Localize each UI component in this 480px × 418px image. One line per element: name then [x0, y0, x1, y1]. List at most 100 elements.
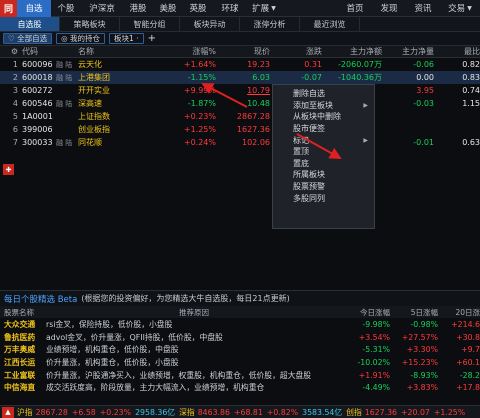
table-row[interactable]: 2 600018 融 陆 上港集团 -1.15% 6.03 -0.07 -104… [0, 71, 480, 84]
tab-my-stocks[interactable]: 自选股 [0, 17, 60, 31]
pick-day20: -28.2 [459, 370, 480, 380]
table-row[interactable]: 5 1A0001 上证指数 +0.23% 2867.28 [0, 110, 480, 123]
group-toolbar: ♡ 全部自选 ◎ 我的持仓 板块1 · + [0, 32, 480, 46]
header-price[interactable]: 现价 [216, 46, 270, 57]
header-stock-name: 股票名称 [4, 307, 34, 317]
menu-home[interactable]: 首页 [338, 0, 372, 17]
menu-item-add-to-block[interactable]: 添加至板块 ▶ [273, 100, 374, 112]
sh-index-name[interactable]: 沪指 [17, 407, 33, 418]
price: 102.06 [242, 138, 270, 147]
sub-tabs: 自选股 策略板块 智能分组 板块异动 涨停分析 最近浏览 [0, 17, 480, 32]
change-pct: +9.99% [183, 86, 216, 95]
menu-item-pin-bottom[interactable]: 置底 [273, 158, 374, 170]
table-row[interactable]: 江西长运 价升量涨，机构重仓，低价股，小盘股 -10.02% +15.23% +… [0, 356, 480, 369]
header-main-vol[interactable]: 主力净量 [382, 46, 434, 57]
market-icon[interactable]: ▲ [2, 406, 14, 418]
ratio: 0.74 [462, 86, 480, 95]
block1-button[interactable]: 板块1 · [109, 33, 144, 44]
table-row[interactable]: 6 399006 创业板指 +1.25% 1627.36 [0, 123, 480, 136]
pick-name: 中信海直 [4, 383, 36, 393]
menu-item-remove-from-block[interactable]: 从板块中删除 [273, 111, 374, 123]
pick-day20: +17.8 [456, 383, 480, 393]
stock-tag: 融 陆 [56, 73, 73, 82]
all-watchlist-button[interactable]: ♡ 全部自选 [3, 33, 53, 44]
my-holdings-button[interactable]: ◎ 我的持仓 [56, 33, 106, 44]
tab-block-move[interactable]: 板块异动 [180, 17, 240, 31]
menu-item-mark[interactable]: 标记 ▶ [273, 134, 374, 146]
change-pct: -1.15% [187, 73, 216, 82]
header-main-net[interactable]: 主力净额 [322, 46, 382, 57]
pick-name: 鲁抗医药 [4, 332, 36, 342]
table-row[interactable]: 1 600096 融 陆 云天化 +1.64% 19.23 0.31 -2060… [0, 58, 480, 71]
pick-day20: +214.6 [451, 319, 480, 329]
app-logo-icon[interactable]: 同 [0, 0, 17, 17]
row-index: 2 [12, 73, 18, 82]
menu-item-stock-note[interactable]: 股市便签 [273, 123, 374, 135]
add-watchlist-icon[interactable]: ✚ [3, 164, 14, 175]
table-row[interactable]: 7 300033 融 陆 同花顺 +0.24% 102.06 -0.01 0.6… [0, 136, 480, 149]
menu-discover[interactable]: 发现 [372, 0, 406, 17]
menu-item-stock-alert[interactable]: 股票预警 [273, 181, 374, 193]
sz-index-pct: +0.82% [266, 407, 299, 417]
menu-item-multi-stock[interactable]: 多股同列 [273, 192, 374, 204]
stock-name: 开开实业 [78, 86, 110, 95]
sz-index-name[interactable]: 深指 [179, 407, 195, 418]
header-rise[interactable]: 涨跌 [270, 46, 322, 57]
menu-uk[interactable]: 英股 [183, 0, 213, 17]
stock-name: 云天化 [78, 60, 102, 69]
table-row[interactable]: 工业富联 价升量涨，沪股通净买入，业绩预增，权重股，机构重仓，低价股，超大盘股 … [0, 369, 480, 382]
menu-item-related-block[interactable]: 所属板块 [273, 169, 374, 181]
table-row[interactable]: 大众交通 rsi金叉，保险持股，低价股，小盘股 -9.98% -0.98% +2… [0, 318, 480, 331]
change-pct: +0.24% [183, 138, 216, 147]
pick-day1: -4.49% [362, 383, 390, 393]
stock-code: 399006 [22, 125, 53, 134]
table-row[interactable]: 鲁抗医药 advol金叉，价升量涨，QFII持股，低价股，中盘股 +3.54% … [0, 331, 480, 344]
sh-index-change: +6.58 [71, 407, 96, 417]
menu-global[interactable]: 环球 [213, 0, 247, 17]
price: 1627.36 [236, 125, 270, 134]
change-pct: +0.23% [183, 112, 216, 121]
header-day5[interactable]: 5日涨幅 [390, 307, 438, 318]
menu-trade[interactable]: 交易 ▼ [440, 0, 480, 17]
stock-name: 上港集团 [78, 73, 110, 82]
watchlist-table: ⚙ 代码 名称 涨幅% 现价 涨跌 主力净额 主力净量 最比 1 600096 … [0, 46, 480, 149]
menu-extend[interactable]: 扩展 ▼ [247, 0, 281, 17]
menu-watchlist[interactable]: 自选 [17, 0, 51, 17]
tab-limit-up[interactable]: 涨停分析 [240, 17, 300, 31]
header-name[interactable]: 名称 [78, 46, 156, 57]
tab-strategy-block[interactable]: 策略板块 [60, 17, 120, 31]
menu-extend-label: 扩展 [252, 4, 270, 14]
menu-us[interactable]: 美股 [153, 0, 183, 17]
tab-smart-group[interactable]: 智能分组 [120, 17, 180, 31]
header-change-pct[interactable]: 涨幅% [156, 46, 216, 57]
menu-item-delete-watch[interactable]: 删除自选 [273, 88, 374, 100]
menu-stock[interactable]: 个股 [51, 0, 81, 17]
pick-reason: rsi金叉，保险持股，低价股，小盘股 [46, 319, 173, 329]
price: 10.48 [247, 99, 270, 108]
header-day1[interactable]: 今日涨幅 [342, 307, 390, 318]
header-code[interactable]: 代码 [22, 46, 56, 57]
menu-item-pin-top[interactable]: 置顶 [273, 146, 374, 158]
table-row[interactable]: 万丰奥威 业绩预增，机构重仓，低价股，中盘股 -5.31% +3.30% +9.… [0, 343, 480, 356]
ratio: 1.15 [462, 99, 480, 108]
header-day20[interactable]: 20日涨 [438, 307, 480, 318]
menu-news[interactable]: 资讯 [406, 0, 440, 17]
header-ratio[interactable]: 最比 [434, 46, 480, 57]
sh-index-amount: 2958.36亿 [135, 407, 176, 417]
chevron-right-icon: ▶ [363, 136, 368, 144]
main-vol: -0.06 [413, 60, 434, 69]
pick-day5: +27.57% [401, 332, 438, 342]
ratio: 0.83 [462, 73, 480, 82]
tab-recent[interactable]: 最近浏览 [300, 17, 360, 31]
pick-day5: +3.30% [406, 345, 438, 355]
pick-day1: -10.02% [357, 357, 390, 367]
table-row[interactable]: 3 600272 开开实业 +9.99% 10.79 3.95 0.74 [0, 84, 480, 97]
header-gear-icon[interactable]: ⚙ [0, 47, 22, 56]
menu-hk[interactable]: 港股 [123, 0, 153, 17]
cy-index-name[interactable]: 创指 [346, 407, 362, 418]
table-row[interactable]: 4 600546 融 陆 深高速 -1.87% 10.48 -0.03 1.15 [0, 97, 480, 110]
add-group-icon[interactable]: + [148, 33, 156, 44]
menu-hushen[interactable]: 沪深京 [81, 0, 123, 17]
main-vol: 0.00 [416, 73, 434, 82]
table-row[interactable]: 中信海直 成交活跃度高，阶段放量，主力大幅流入，业绩预增，机构重仓 -4.49%… [0, 381, 480, 394]
